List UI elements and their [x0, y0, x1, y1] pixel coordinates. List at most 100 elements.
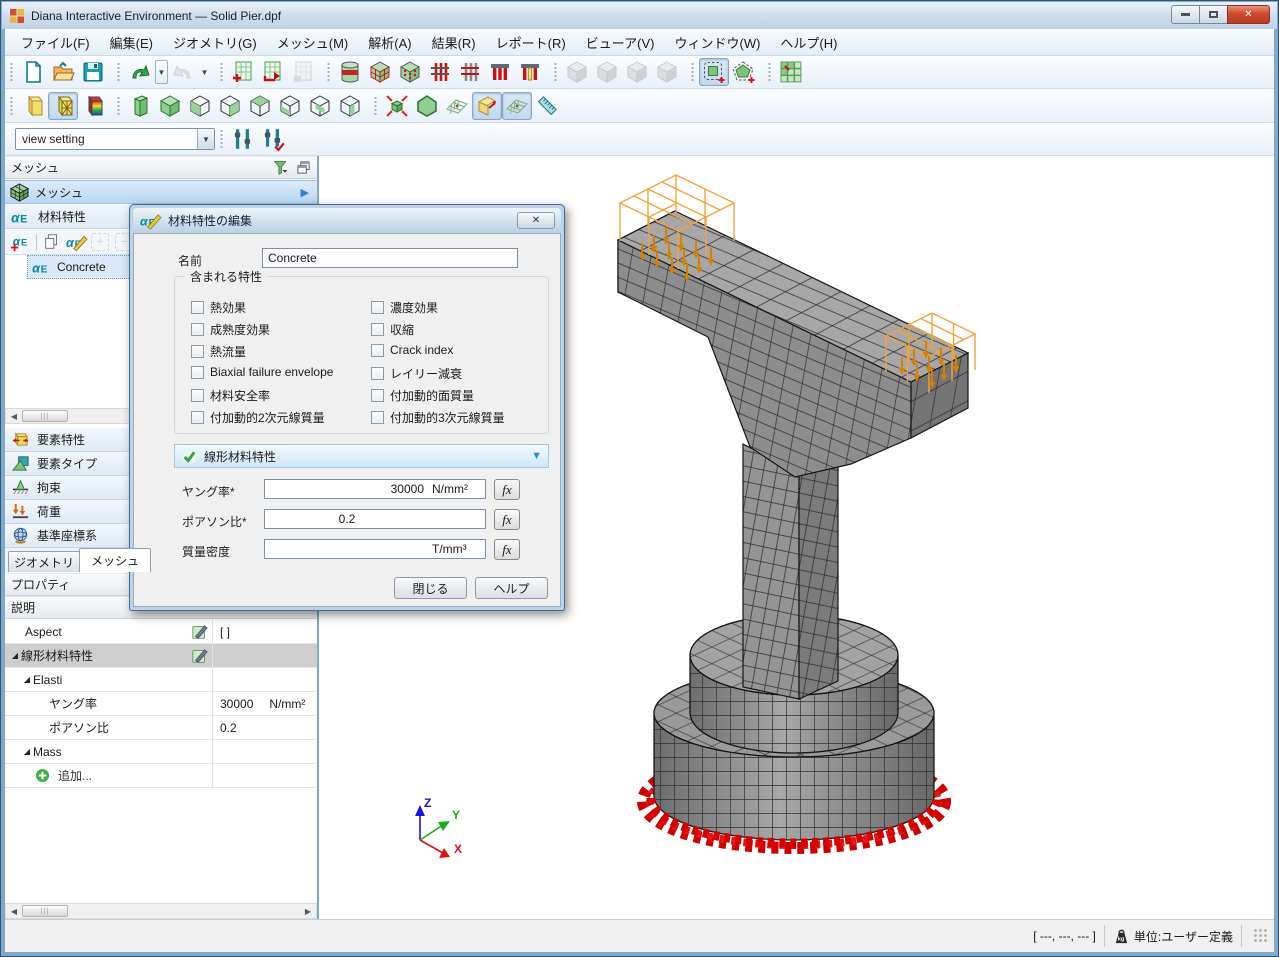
title-bar[interactable]: Diana Interactive Environment — Solid Pi… [2, 2, 1277, 29]
scroll-right-icon[interactable]: ▶ [300, 904, 316, 918]
linear-material-section-header[interactable]: 線形材料特性 ▼ [174, 444, 549, 468]
save-button[interactable] [78, 58, 108, 86]
mesh-seed-button[interactable] [395, 58, 425, 86]
pile-group-button[interactable] [485, 58, 515, 86]
menu-window[interactable]: ウィンドウ(W) [664, 29, 770, 56]
redo-button[interactable] [168, 58, 198, 86]
edit-pencil-icon[interactable] [191, 647, 209, 665]
material-tree-item-concrete[interactable]: Concrete [27, 255, 145, 279]
undo-dropdown[interactable]: ▼ [155, 60, 168, 84]
show-cube-button[interactable] [155, 92, 185, 120]
checkbox-shrinkage[interactable]: 収縮 [371, 321, 414, 338]
tab-mesh[interactable]: メッシュ [79, 548, 151, 572]
pile-group2-button[interactable] [515, 58, 545, 86]
property-row-linear-material[interactable]: ◢ 線形材料特性 [5, 644, 317, 668]
block-op4-button[interactable] [652, 58, 682, 86]
clip-box5-button[interactable] [305, 92, 335, 120]
scroll-thumb[interactable]: ||| [22, 905, 68, 917]
display-options-button[interactable] [228, 125, 258, 153]
help-button[interactable]: ヘルプ [475, 577, 548, 599]
display-options-apply-button[interactable] [258, 125, 288, 153]
menu-geometry[interactable]: ジオメトリ(G) [163, 29, 267, 56]
menu-results[interactable]: 結果(R) [422, 29, 486, 56]
list-item-mesh[interactable]: メッシュ ▶ [5, 180, 317, 204]
tab-geometry[interactable]: ジオメトリ [8, 551, 80, 572]
mass-density-input[interactable]: T/mm³ [264, 539, 486, 559]
poisson-fx-button[interactable]: fx [494, 509, 520, 530]
dialog-close-button[interactable]: ✕ [517, 212, 555, 229]
clip-box4-button[interactable] [275, 92, 305, 120]
property-row-add[interactable]: 追加... [5, 764, 317, 788]
render-solid-button[interactable] [18, 92, 48, 120]
redo-dropdown[interactable]: ▼ [198, 59, 211, 85]
render-contour-button[interactable] [78, 92, 108, 120]
show-internal-button[interactable] [412, 92, 442, 120]
detach-panel-icon[interactable] [296, 160, 311, 175]
clip-box6-button[interactable] [335, 92, 365, 120]
clip-plane-button[interactable] [472, 92, 502, 120]
checkbox-added-face-mass[interactable]: 付加動的面質量 [371, 387, 474, 404]
edit-material-button[interactable] [64, 231, 88, 253]
shrink-elements-button[interactable] [382, 92, 412, 120]
checkbox-thermal-effects[interactable]: 熱効果 [191, 299, 246, 316]
checkbox-added-3d-line-mass[interactable]: 付加動的3次元線質量 [371, 409, 505, 426]
shape-cylinder-button[interactable] [335, 58, 365, 86]
menu-analysis[interactable]: 解析(A) [358, 29, 421, 56]
menu-edit[interactable]: 編集(E) [100, 29, 163, 56]
checkbox-added-2d-line-mass[interactable]: 付加動的2次元線質量 [191, 409, 325, 426]
clip-box1-button[interactable] [185, 92, 215, 120]
youngs-modulus-fx-button[interactable]: fx [494, 479, 520, 500]
add-disabled-button[interactable]: + [91, 233, 109, 251]
checkbox-biaxial-failure[interactable]: Biaxial failure envelope [191, 365, 333, 379]
menu-viewer[interactable]: ビューア(V) [576, 29, 665, 56]
dialog-title-bar[interactable]: 材料特性の編集 ✕ [133, 208, 561, 233]
scroll-left-icon[interactable]: ◀ [6, 904, 22, 918]
expander-icon[interactable]: ◢ [21, 675, 33, 684]
select-rectangle-button[interactable] [699, 58, 729, 86]
close-button[interactable]: ✕ [1227, 5, 1270, 24]
measure-button[interactable] [532, 92, 562, 120]
mesh-block-button[interactable] [365, 58, 395, 86]
render-mesh-button[interactable] [48, 92, 78, 120]
view-setting-combobox[interactable]: view setting ▼ [15, 128, 215, 150]
report-sheet-button[interactable] [288, 58, 318, 86]
menu-help[interactable]: ヘルプ(H) [770, 29, 847, 56]
property-row-elasti[interactable]: ◢ Elasti [5, 668, 317, 692]
add-analysis-button[interactable] [228, 58, 258, 86]
property-row-mass[interactable]: ◢ Mass [5, 740, 317, 764]
undo-button[interactable] [125, 58, 155, 86]
show-prism-button[interactable] [125, 92, 155, 120]
checkbox-maturity-effects[interactable]: 成熟度効果 [191, 321, 270, 338]
add-material-button[interactable] [9, 231, 33, 253]
property-row-aspect[interactable]: Aspect [ ] [5, 620, 317, 644]
block-op3-button[interactable] [622, 58, 652, 86]
menu-mesh[interactable]: メッシュ(M) [267, 29, 359, 56]
checkbox-material-safety[interactable]: 材料安全率 [191, 387, 270, 404]
reinforcement-bars-button[interactable] [455, 58, 485, 86]
show-mesh-grid-button[interactable] [442, 92, 472, 120]
copy-material-button[interactable] [40, 231, 64, 253]
block-op1-button[interactable] [562, 58, 592, 86]
checkbox-concentration-effects[interactable]: 濃度効果 [371, 299, 438, 316]
edit-pencil-icon[interactable] [191, 623, 209, 641]
expander-icon[interactable]: ◢ [9, 651, 21, 660]
checkbox-crack-index[interactable]: Crack index [371, 343, 453, 357]
expander-icon[interactable]: ◢ [21, 747, 33, 756]
property-row-poisson[interactable]: ポアソン比 0.2 [5, 716, 317, 740]
scroll-left-icon[interactable]: ◀ [6, 409, 22, 423]
minimize-button[interactable] [1171, 5, 1200, 24]
mass-density-fx-button[interactable]: fx [494, 539, 520, 560]
run-analysis-button[interactable] [258, 58, 288, 86]
clip-box2-button[interactable] [215, 92, 245, 120]
mesh-overlay-button[interactable] [502, 92, 532, 120]
poisson-input[interactable]: 0.2 [264, 509, 486, 529]
expand-arrow-icon[interactable]: ▶ [301, 186, 309, 199]
add-plus-icon[interactable] [35, 768, 50, 783]
collapse-triangle-icon[interactable]: ▼ [531, 450, 542, 462]
youngs-modulus-input[interactable]: 30000 N/mm² [264, 479, 486, 499]
checkbox-heat-flow[interactable]: 熱流量 [191, 343, 246, 360]
filter-funnel-icon[interactable] [273, 159, 290, 176]
new-document-button[interactable] [18, 58, 48, 86]
scroll-thumb[interactable]: ||| [22, 410, 68, 422]
open-project-button[interactable] [48, 58, 78, 86]
